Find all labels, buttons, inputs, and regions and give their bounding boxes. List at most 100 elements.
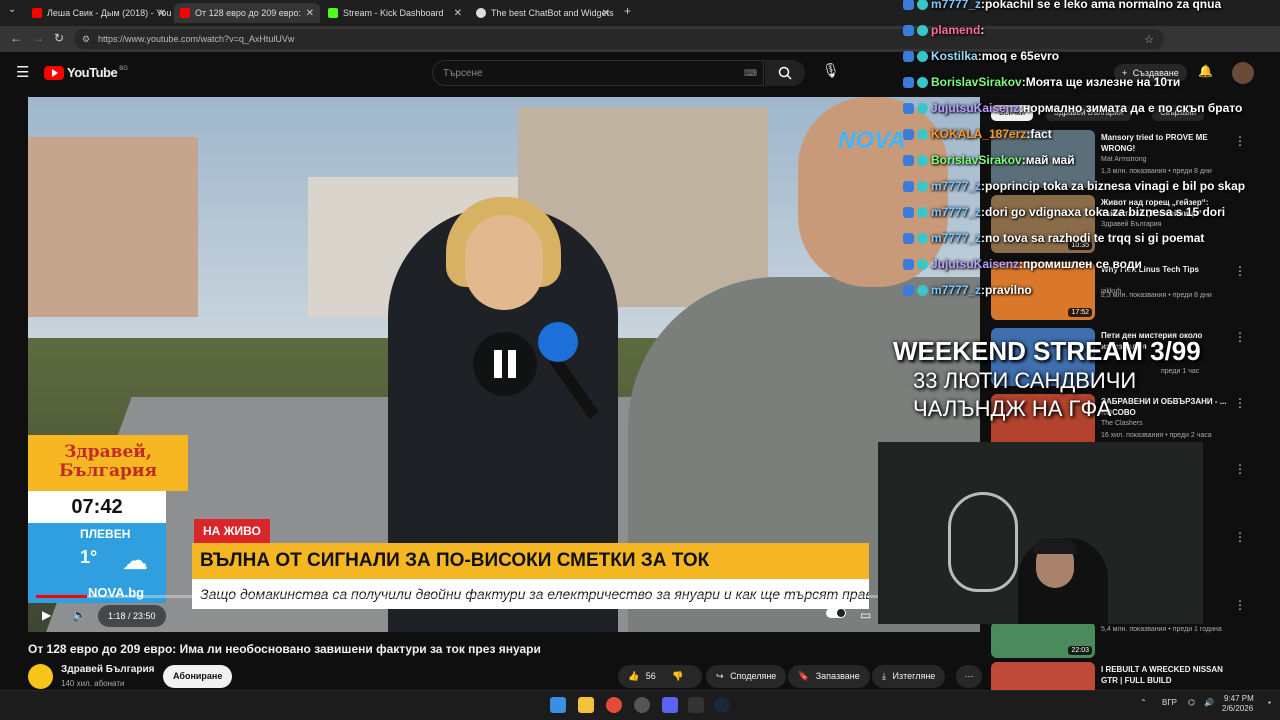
chat-badge-icon (903, 154, 914, 166)
chat-text: no tova sa razhodi te trqq si gi poemat (985, 231, 1205, 245)
tab-list-icon[interactable]: ⌄ (8, 4, 16, 15)
related-channel[interactable]: Здравей България (1101, 221, 1161, 228)
download-button[interactable]: ⤓ Изтегляне (872, 665, 946, 688)
like-icon[interactable]: 👍 (628, 671, 639, 681)
browser-tab-1[interactable]: Леша Свик - Дым (2018) - You ✕ (26, 3, 172, 23)
site-info-icon[interactable]: ⚙ (82, 34, 90, 45)
chat-message: m7777_z : no tova sa razhodi te trqq si … (903, 228, 1204, 248)
chat-badge-icon (903, 102, 914, 114)
youtube-wordmark: YouTube (67, 65, 118, 80)
microphone-icon[interactable]: 🎙 (822, 62, 840, 79)
menu-icon[interactable]: ☰ (16, 63, 29, 81)
related-thumbnail[interactable] (991, 662, 1095, 690)
channel-watermark: NOVA (838, 127, 906, 154)
channel-avatar[interactable] (28, 664, 53, 689)
reload-icon[interactable]: ↻ (54, 31, 64, 45)
live-badge: НА ЖИВО (194, 519, 270, 543)
subscribe-button[interactable]: Абониране (163, 665, 233, 688)
clock-time[interactable]: 9:47 PM (1224, 694, 1254, 703)
keyboard-icon[interactable]: ⌨ (744, 68, 757, 79)
related-title[interactable]: Mansory tried to PROVE ME WRONG! (1101, 132, 1241, 154)
chat-username: KOKALA_187erz (931, 127, 1027, 141)
chat-username: plamend (931, 23, 981, 37)
save-button[interactable]: 🔖 Запазване (788, 665, 870, 688)
discord-icon[interactable] (662, 697, 678, 713)
related-title[interactable]: ЗАБРАВЕНИ И ОБВЪРЗАНИ - ... КОСОВО (1101, 396, 1241, 418)
obs-icon[interactable] (634, 697, 650, 713)
progress-bar[interactable] (36, 595, 972, 598)
more-vertical-icon[interactable]: ⋮ (1234, 530, 1246, 544)
stream-overlay-line: 33 ЛЮТИ САНДВИЧИ (913, 368, 1137, 393)
notifications-bell-icon[interactable]: 🔔 (1198, 64, 1213, 78)
more-vertical-icon[interactable]: ⋮ (1234, 134, 1246, 148)
chat-badge-icon (917, 232, 928, 244)
share-button[interactable]: ↪ Споделяне (706, 665, 787, 688)
chat-username: m7777_z (931, 283, 982, 297)
tray-chevron-icon[interactable]: ⌃ (1140, 698, 1147, 707)
chat-username: Kostilka (931, 49, 978, 63)
dislike-icon[interactable]: 👎 (672, 671, 683, 681)
chat-text: poprincip toka za biznesa vinagi e bil p… (985, 179, 1246, 193)
video-frame-building (28, 137, 198, 317)
volume-icon[interactable]: 🔈 (72, 608, 87, 622)
chrome-icon[interactable] (606, 697, 622, 713)
account-avatar[interactable] (1232, 62, 1254, 84)
cloud-snow-icon: ☁ (122, 545, 148, 575)
chat-badge-icon (917, 154, 928, 166)
search-button[interactable] (765, 60, 805, 86)
file-explorer-icon[interactable] (578, 697, 594, 713)
like-count[interactable]: 56 (646, 671, 656, 681)
clock-date[interactable]: 2/6/2026 (1222, 704, 1253, 713)
volume-tray-icon[interactable]: 🔊 (1204, 698, 1214, 707)
like-dislike-group: 👍 56 👎 (618, 665, 702, 688)
chat-text: промишлен се води (1023, 257, 1142, 271)
close-tab-icon[interactable]: ✕ (454, 8, 462, 19)
more-vertical-icon[interactable]: ⋮ (1234, 330, 1246, 344)
browser-tab-2[interactable]: От 128 евро до 209 евро: ✕ (174, 3, 320, 23)
chat-text: dori go vdignaxa toka za biznesa s 15 do… (985, 205, 1226, 219)
bookmark-star-icon[interactable]: ☆ (1144, 33, 1154, 46)
video-player[interactable]: NOVA Здравей, България 07:42 ПЛЕВЕН 1° ☁… (28, 97, 980, 632)
more-vertical-icon[interactable]: ⋮ (1234, 396, 1246, 410)
video-duration: 22:03 (1068, 646, 1092, 655)
steam-icon[interactable] (714, 697, 730, 713)
input-language[interactable]: ВГР (1162, 698, 1177, 707)
more-vertical-icon[interactable]: ⋮ (1234, 264, 1246, 278)
play-icon[interactable]: ▶ (42, 608, 51, 622)
search-input[interactable]: Търсене ⌨ (432, 60, 764, 86)
related-video[interactable]: I REBUILT A WRECKED NISSAN GTR | FULL BU… (991, 662, 1276, 690)
start-windows-icon[interactable] (550, 697, 566, 713)
more-actions-button[interactable]: ⋯ (956, 665, 982, 688)
chat-username: m7777_z (931, 205, 982, 219)
terminal-icon[interactable] (688, 697, 704, 713)
close-tab-icon[interactable]: ✕ (158, 8, 166, 19)
youtube-logo[interactable]: YouTube BG (44, 65, 128, 80)
chat-badge-icon (903, 76, 914, 88)
weather-temperature: 1° (80, 547, 98, 567)
chat-username: m7777_z (931, 231, 982, 245)
related-title[interactable]: I REBUILT A WRECKED NISSAN GTR | FULL BU… (1101, 664, 1241, 686)
subtitles-icon[interactable]: ▭ (860, 608, 871, 622)
forward-icon[interactable]: → (32, 31, 44, 45)
more-vertical-icon[interactable]: ⋮ (1234, 462, 1246, 476)
chat-badge-icon (903, 206, 914, 218)
chat-username: BorislavSirakov (931, 75, 1022, 89)
chat-badge-icon (917, 24, 928, 36)
chat-message: m7777_z : poprincip toka za biznesa vina… (903, 176, 1245, 196)
back-icon[interactable]: ← (10, 31, 22, 45)
close-tab-icon[interactable]: ✕ (602, 8, 610, 19)
network-icon[interactable]: ⌬ (1188, 698, 1195, 707)
pause-overlay-icon[interactable] (473, 332, 537, 396)
chat-badge-icon (917, 102, 928, 114)
new-tab-icon[interactable]: + (624, 4, 631, 18)
browser-tab-4[interactable]: The best ChatBot and Widgets ✕ (470, 3, 616, 23)
close-tab-icon[interactable]: ✕ (306, 8, 314, 19)
related-meta: 1,3 млн. показвания • преди 8 дни (1101, 168, 1212, 175)
browser-tab-3[interactable]: Stream - Kick Dashboard ✕ (322, 3, 468, 23)
notification-center-icon[interactable]: ▪ (1268, 698, 1271, 707)
related-channel[interactable]: Mat Armstrong (1101, 156, 1147, 163)
progress-fill (36, 595, 88, 598)
channel-name[interactable]: Здравей България (61, 664, 154, 675)
autoplay-toggle-icon[interactable] (826, 607, 846, 621)
related-thumbnail[interactable]: 22:03 (991, 622, 1095, 658)
